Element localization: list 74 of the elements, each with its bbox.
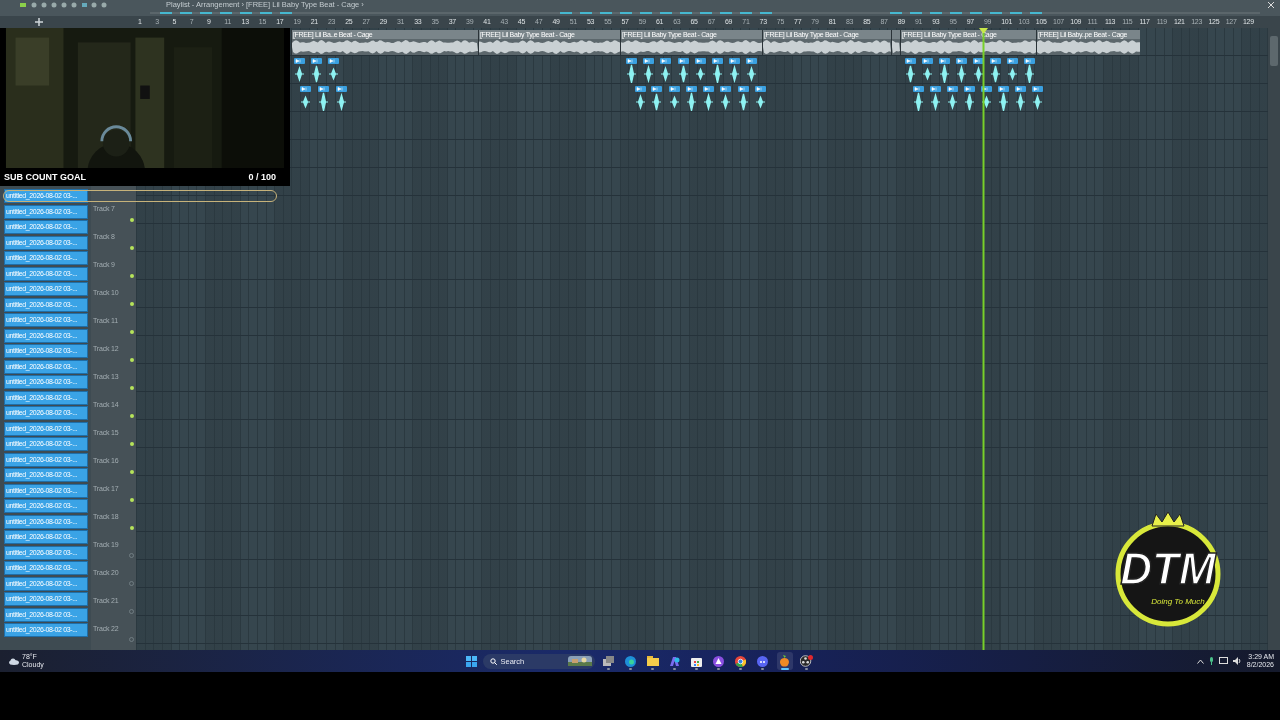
pattern-clip[interactable]	[947, 86, 958, 111]
pattern-clip[interactable]	[336, 86, 347, 111]
goal-title: SUB COUNT GOAL	[4, 172, 86, 182]
pattern-clip[interactable]	[939, 58, 950, 83]
track-enabled-dot[interactable]	[130, 218, 134, 222]
pattern-clip[interactable]	[651, 86, 662, 111]
obs-icon	[800, 655, 813, 667]
store-icon	[691, 655, 702, 667]
browser-icon	[625, 655, 636, 667]
pattern-clip[interactable]	[626, 58, 637, 83]
track-enabled-dot[interactable]	[130, 330, 134, 334]
taskbar-app[interactable]	[798, 652, 815, 670]
pattern-clip[interactable]	[669, 86, 680, 111]
pattern-clip[interactable]	[720, 86, 731, 111]
pattern-clip[interactable]	[738, 86, 749, 111]
pattern-clip[interactable]	[990, 58, 1001, 83]
microphone-icon[interactable]	[1208, 657, 1214, 665]
pattern-clip[interactable]	[922, 58, 933, 83]
goal-count: 0 / 100	[248, 172, 276, 182]
track-enabled-dot[interactable]	[130, 414, 134, 418]
pattern-clip[interactable]	[643, 58, 654, 83]
audio-clip[interactable]	[891, 30, 900, 55]
track-enabled-dot[interactable]	[130, 526, 134, 530]
track-enabled-dot[interactable]	[130, 386, 134, 390]
track-enabled-dot[interactable]	[130, 302, 134, 306]
pattern-clip[interactable]	[703, 86, 714, 111]
pattern-clip[interactable]	[1007, 58, 1018, 83]
pattern-clip[interactable]	[678, 58, 689, 83]
volume-icon[interactable]	[1232, 657, 1242, 665]
scrollbar-thumb[interactable]	[1270, 36, 1278, 66]
pattern-clip[interactable]	[729, 58, 740, 83]
pattern-clip[interactable]	[294, 58, 305, 83]
pattern-clip[interactable]	[930, 86, 941, 111]
close-icon[interactable]	[1268, 1, 1274, 8]
chrome-icon	[735, 655, 746, 667]
task-view-icon	[603, 655, 614, 667]
track-enabled-dot[interactable]	[130, 442, 134, 446]
pattern-clip[interactable]	[311, 58, 322, 83]
pattern-clip[interactable]	[964, 86, 975, 111]
windows-icon[interactable]	[465, 655, 477, 667]
discord-icon	[757, 655, 768, 667]
pattern-clip[interactable]	[1024, 58, 1035, 83]
pattern-clip[interactable]	[635, 86, 646, 111]
pattern-clip[interactable]	[712, 58, 723, 83]
pattern-clip[interactable]	[905, 58, 916, 83]
track-enabled-dot[interactable]	[130, 470, 134, 474]
taskbar-app[interactable]	[776, 652, 793, 670]
track-enabled-dot[interactable]	[130, 274, 134, 278]
fruit-icon	[779, 655, 790, 667]
pattern-clip[interactable]	[746, 58, 757, 83]
move-icon[interactable]	[35, 18, 43, 26]
copilot-icon	[669, 655, 680, 667]
pattern-clip[interactable]	[660, 58, 671, 83]
pattern-clip[interactable]	[973, 58, 984, 83]
pattern-clip[interactable]	[300, 86, 311, 111]
pattern-clip[interactable]	[1032, 86, 1043, 111]
pattern-clip[interactable]	[956, 58, 967, 83]
cloud-icon	[8, 657, 19, 665]
pattern-clip[interactable]	[328, 58, 339, 83]
folder-icon	[646, 656, 659, 666]
app-icon	[713, 655, 724, 667]
pattern-clip[interactable]	[998, 86, 1009, 111]
pattern-clip[interactable]	[913, 86, 924, 111]
track-enabled-dot[interactable]	[130, 358, 134, 362]
track-enabled-dot[interactable]	[130, 498, 134, 502]
chevron-up-icon[interactable]	[1196, 658, 1204, 664]
track-enabled-dot[interactable]	[130, 246, 134, 250]
pattern-clip[interactable]	[695, 58, 706, 83]
pattern-clip[interactable]	[1015, 86, 1026, 111]
network-icon[interactable]	[1218, 657, 1228, 665]
pattern-clip[interactable]	[755, 86, 766, 111]
search-icon	[489, 657, 497, 665]
pattern-clip[interactable]	[686, 86, 697, 111]
pattern-clip[interactable]	[318, 86, 329, 111]
